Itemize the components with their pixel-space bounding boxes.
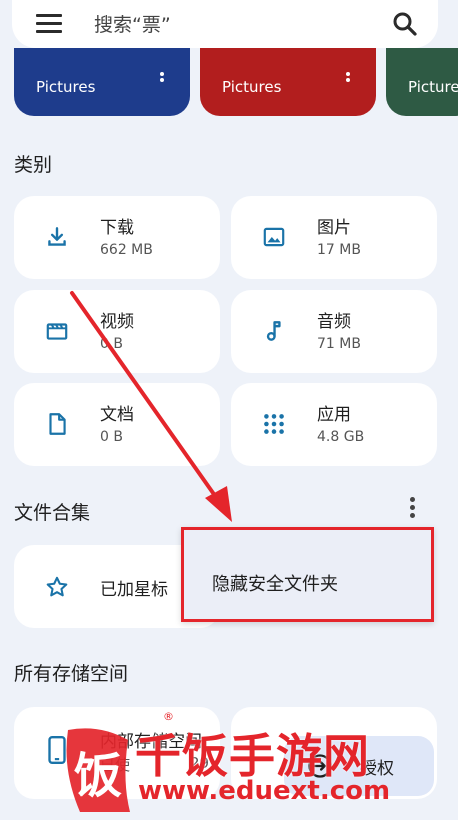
- category-video[interactable]: 视频 0 B: [14, 290, 220, 373]
- menu-item-label: 隐藏安全文件夹: [212, 574, 338, 595]
- image-icon: [263, 227, 285, 247]
- more-icon[interactable]: [346, 72, 350, 82]
- category-name: 图片: [317, 218, 351, 238]
- search-icon[interactable]: [390, 9, 420, 39]
- hide-safe-folder-menu-item[interactable]: 隐藏安全文件夹: [181, 527, 434, 622]
- search-input[interactable]: 搜索“票”: [94, 10, 171, 37]
- more-options-icon[interactable]: [406, 497, 418, 521]
- category-size: 0 B: [100, 429, 123, 445]
- more-icon[interactable]: [160, 72, 164, 82]
- video-icon: [46, 323, 68, 340]
- category-name: 文档: [100, 405, 134, 425]
- category-size: 17 MB: [317, 242, 361, 258]
- menu-icon[interactable]: [36, 14, 62, 34]
- star-icon: [46, 576, 68, 597]
- category-size: 71 MB: [317, 336, 361, 352]
- section-title-storage: 所有存储空间: [14, 663, 129, 685]
- collection-label: Picture: [408, 78, 458, 96]
- category-audio[interactable]: 音频 71 MB: [231, 290, 437, 373]
- watermark-url: www.eduext.com: [138, 776, 391, 806]
- starred-label: 已加星标: [100, 580, 168, 600]
- category-name: 应用: [317, 405, 351, 425]
- category-images[interactable]: 图片 17 MB: [231, 196, 437, 279]
- phone-icon: [48, 735, 66, 765]
- category-size: 662 MB: [100, 242, 153, 258]
- download-icon: [48, 227, 66, 246]
- collection-label: Pictures: [222, 78, 282, 96]
- search-bar[interactable]: 搜索“票”: [12, 0, 438, 48]
- category-size: 4.8 GB: [317, 429, 365, 445]
- category-documents[interactable]: 文档 0 B: [14, 383, 220, 466]
- section-title-categories: 类别: [14, 154, 53, 176]
- category-download[interactable]: 下载 662 MB: [14, 196, 220, 279]
- document-icon: [49, 413, 66, 435]
- category-apps[interactable]: 应用 4.8 GB: [231, 383, 437, 466]
- music-note-icon: [266, 321, 281, 341]
- category-name: 音频: [317, 312, 351, 332]
- category-size: 0 B: [100, 336, 123, 352]
- section-title-favorites: 文件合集: [14, 502, 91, 524]
- collection-card-2[interactable]: Pictures: [200, 48, 376, 116]
- collection-card-3[interactable]: Picture: [386, 48, 458, 116]
- collection-label: Pictures: [36, 78, 96, 96]
- category-name: 下载: [100, 218, 134, 238]
- collection-card-1[interactable]: Pictures: [14, 48, 190, 116]
- category-name: 视频: [100, 312, 134, 332]
- storage-usage: 已使: [100, 756, 131, 774]
- apps-grid-icon: [264, 414, 284, 434]
